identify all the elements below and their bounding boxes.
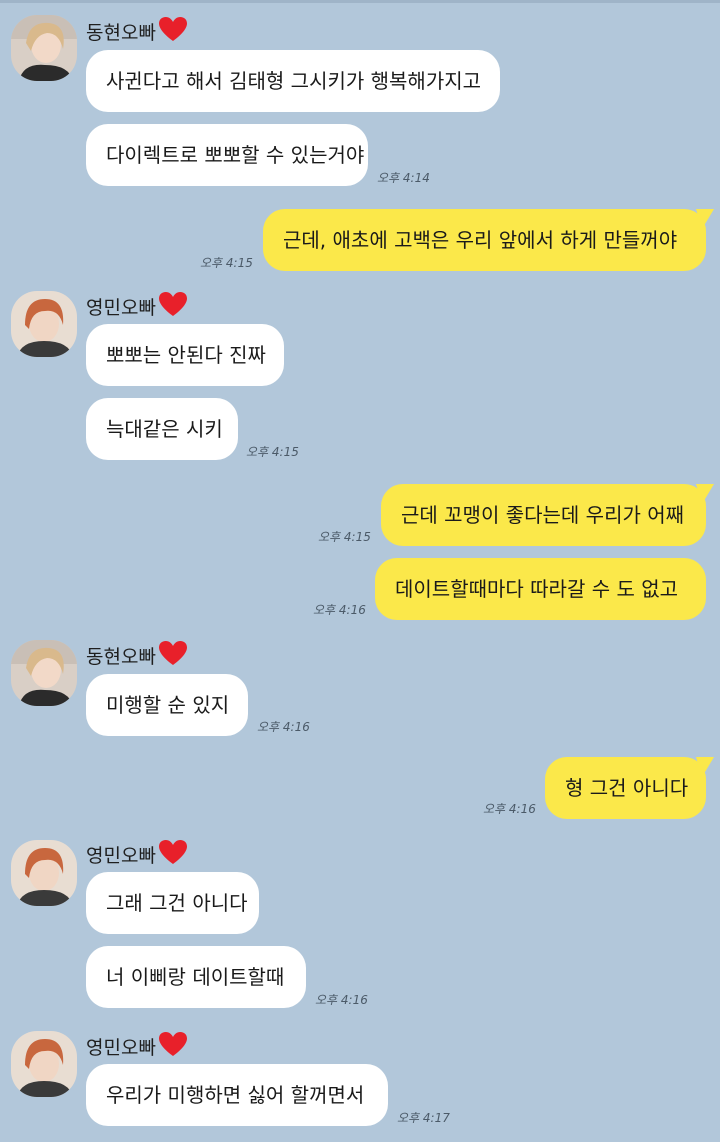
sender-name: 영민오빠 (86, 1031, 188, 1059)
message-text: 미행할 순 있지 (106, 693, 230, 717)
sender-name: 영민오빠 (86, 839, 188, 867)
incoming-message[interactable]: 사귄다고 해서 김태형 그시키가 행복해가지고 (86, 50, 500, 112)
heart-icon (158, 1031, 188, 1065)
bubble-tail (696, 484, 714, 504)
message-time: 오후 4:16 (315, 993, 368, 1007)
avatar-photo (11, 840, 77, 906)
bubble-tail (696, 757, 714, 777)
avatar[interactable] (11, 291, 77, 357)
message-text: 뽀뽀는 안된다 진짜 (106, 343, 266, 367)
avatar-photo (11, 291, 77, 357)
avatar[interactable] (11, 15, 77, 81)
sender-name: 동현오빠 (86, 640, 188, 668)
sender-name: 영민오빠 (86, 291, 188, 319)
incoming-message[interactable]: 우리가 미행하면 싫어 할꺼면서 (86, 1064, 388, 1126)
message-time: 오후 4:16 (313, 603, 366, 617)
sender-name: 동현오빠 (86, 16, 188, 44)
avatar[interactable] (11, 840, 77, 906)
message-time: 오후 4:16 (257, 720, 310, 734)
heart-icon (158, 640, 188, 674)
message-time: 오후 4:15 (318, 530, 371, 544)
message-time: 오후 4:16 (483, 802, 536, 816)
incoming-message[interactable]: 미행할 순 있지 (86, 674, 248, 736)
heart-icon (158, 291, 188, 325)
message-text: 다이렉트로 뽀뽀할 수 있는거야 (106, 143, 365, 167)
message-text: 우리가 미행하면 싫어 할꺼면서 (106, 1083, 365, 1107)
avatar-photo (11, 15, 77, 81)
incoming-message[interactable]: 뽀뽀는 안된다 진짜 (86, 324, 284, 386)
incoming-message[interactable]: 다이렉트로 뽀뽀할 수 있는거야 (86, 124, 368, 186)
bubble-tail (696, 209, 714, 229)
message-time: 오후 4:15 (246, 445, 299, 459)
message-text: 늑대같은 시키 (106, 417, 223, 441)
outgoing-message[interactable]: 데이트할때마다 따라갈 수 도 없고 (375, 558, 706, 620)
message-text: 데이트할때마다 따라갈 수 도 없고 (395, 577, 679, 601)
avatar[interactable] (11, 1031, 77, 1097)
status-divider (0, 0, 720, 3)
message-text: 너 이삐랑 데이트할때 (106, 965, 285, 989)
heart-icon (158, 839, 188, 873)
avatar-photo (11, 640, 77, 706)
message-text: 형 그건 아니다 (565, 776, 689, 800)
message-text: 사귄다고 해서 김태형 그시키가 행복해가지고 (106, 69, 482, 93)
message-time: 오후 4:14 (377, 171, 430, 185)
message-text: 근데 꼬맹이 좋다는데 우리가 어째 (401, 503, 685, 527)
heart-icon (158, 16, 188, 50)
message-text: 그래 그건 아니다 (106, 891, 248, 915)
outgoing-message[interactable]: 형 그건 아니다 (545, 757, 706, 819)
outgoing-message[interactable]: 근데 꼬맹이 좋다는데 우리가 어째 (381, 484, 706, 546)
message-text: 근데, 애초에 고백은 우리 앞에서 하게 만들꺼야 (283, 228, 678, 252)
incoming-message[interactable]: 너 이삐랑 데이트할때 (86, 946, 306, 1008)
message-time: 오후 4:17 (397, 1111, 450, 1125)
incoming-message[interactable]: 늑대같은 시키 (86, 398, 238, 460)
avatar-photo (11, 1031, 77, 1097)
message-time: 오후 4:15 (200, 256, 253, 270)
avatar[interactable] (11, 640, 77, 706)
outgoing-message[interactable]: 근데, 애초에 고백은 우리 앞에서 하게 만들꺼야 (263, 209, 706, 271)
incoming-message[interactable]: 그래 그건 아니다 (86, 872, 259, 934)
